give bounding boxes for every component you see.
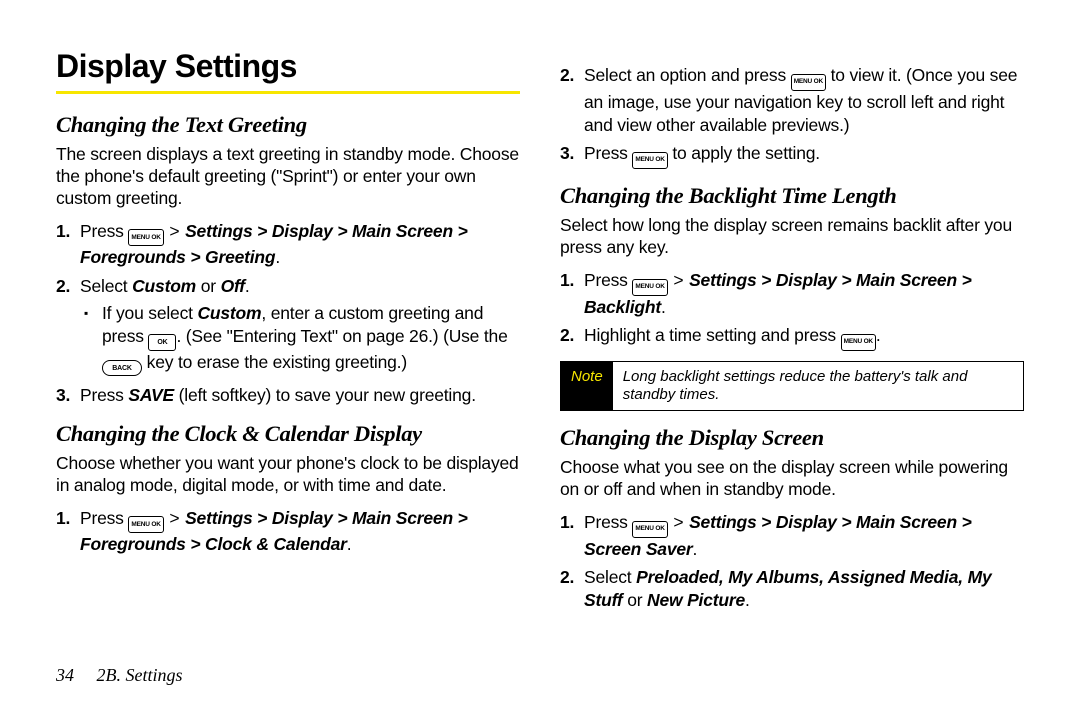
step-text: Highlight a time setting and press [584, 325, 841, 345]
note-box: Note Long backlight settings reduce the … [560, 361, 1024, 411]
steps-list: 2. Select an option and press MENU OK to… [560, 64, 1024, 169]
step-text: Press [80, 385, 128, 405]
note-label: Note [561, 362, 613, 410]
right-column: 2. Select an option and press MENU OK to… [560, 48, 1024, 618]
option-off: Off [221, 276, 245, 296]
step-item: 1. Press MENU OK > Settings > Display > … [584, 511, 1024, 561]
paragraph: Select how long the display screen remai… [560, 215, 1024, 259]
option-custom: Custom [197, 303, 261, 323]
step-text: Select [584, 567, 636, 587]
paragraph: The screen displays a text greeting in s… [56, 144, 520, 210]
bullet-text: key to erase the existing greeting.) [142, 352, 407, 372]
step-text: or [623, 590, 648, 610]
menu-ok-key-icon: MENU OK [632, 152, 667, 169]
step-item: 2. Highlight a time setting and press ME… [584, 324, 1024, 351]
left-column: Display Settings Changing the Text Greet… [56, 48, 520, 618]
step-item: 3. Press SAVE (left softkey) to save you… [80, 384, 520, 407]
paragraph: Choose what you see on the display scree… [560, 457, 1024, 501]
menu-ok-key-icon: MENU OK [128, 516, 163, 533]
title-rule [56, 91, 520, 94]
menu-ok-key-icon: MENU OK [632, 279, 667, 296]
menu-ok-key-icon: MENU OK [791, 74, 826, 91]
page-title: Display Settings [56, 48, 520, 85]
subhead-text-greeting: Changing the Text Greeting [56, 112, 520, 138]
back-key-icon: BACK [102, 360, 142, 376]
step-text: Press [80, 508, 128, 528]
manual-page: Display Settings Changing the Text Greet… [0, 0, 1080, 720]
step-text: or [196, 276, 221, 296]
option-new-picture: New Picture [647, 590, 745, 610]
step-text: Press [584, 512, 632, 532]
page-number: 34 [56, 665, 74, 685]
option-custom: Custom [132, 276, 196, 296]
step-text: Select [80, 276, 132, 296]
step-text: Select an option and press [584, 65, 791, 85]
section-label: 2B. Settings [97, 665, 183, 685]
steps-list: 1. Press MENU OK > Settings > Display > … [560, 511, 1024, 612]
step-text: (left softkey) to save your new greeting… [174, 385, 476, 405]
step-item: 3. Press MENU OK to apply the setting. [584, 142, 1024, 169]
step-item: 1. Press MENU OK > Settings > Display > … [80, 220, 520, 270]
step-item: 2. Select an option and press MENU OK to… [584, 64, 1024, 136]
step-item: 2. Select Custom or Off. If you select C… [80, 275, 520, 376]
step-item: 1. Press MENU OK > Settings > Display > … [584, 269, 1024, 319]
menu-ok-key-icon: MENU OK [632, 521, 667, 538]
step-item: 1. Press MENU OK > Settings > Display > … [80, 507, 520, 557]
subhead-display-screen: Changing the Display Screen [560, 425, 1024, 451]
note-text: Long backlight settings reduce the batte… [613, 362, 1023, 410]
subhead-backlight: Changing the Backlight Time Length [560, 183, 1024, 209]
steps-list: 1. Press MENU OK > Settings > Display > … [56, 507, 520, 557]
steps-list: 1. Press MENU OK > Settings > Display > … [560, 269, 1024, 351]
bullet-text: If you select [102, 303, 197, 323]
step-text: Press [80, 221, 128, 241]
menu-ok-key-icon: MENU OK [841, 334, 876, 351]
two-column-layout: Display Settings Changing the Text Greet… [56, 48, 1024, 618]
steps-list: 1. Press MENU OK > Settings > Display > … [56, 220, 520, 407]
step-text: to apply the setting. [668, 143, 820, 163]
step-text: Press [584, 270, 632, 290]
sub-bullet-list: If you select Custom, enter a custom gre… [80, 302, 520, 376]
step-text: Press [584, 143, 632, 163]
page-footer: 34 2B. Settings [56, 665, 183, 686]
subhead-clock-calendar: Changing the Clock & Calendar Display [56, 421, 520, 447]
softkey-save: SAVE [128, 385, 174, 405]
bullet-text: . (See "Entering Text" on page 26.) (Use… [176, 326, 507, 346]
bullet-item: If you select Custom, enter a custom gre… [102, 302, 520, 376]
menu-ok-key-icon: MENU OK [128, 229, 163, 246]
ok-key-icon: OK [148, 334, 176, 351]
step-item: 2. Select Preloaded, My Albums, Assigned… [584, 566, 1024, 612]
paragraph: Choose whether you want your phone's clo… [56, 453, 520, 497]
